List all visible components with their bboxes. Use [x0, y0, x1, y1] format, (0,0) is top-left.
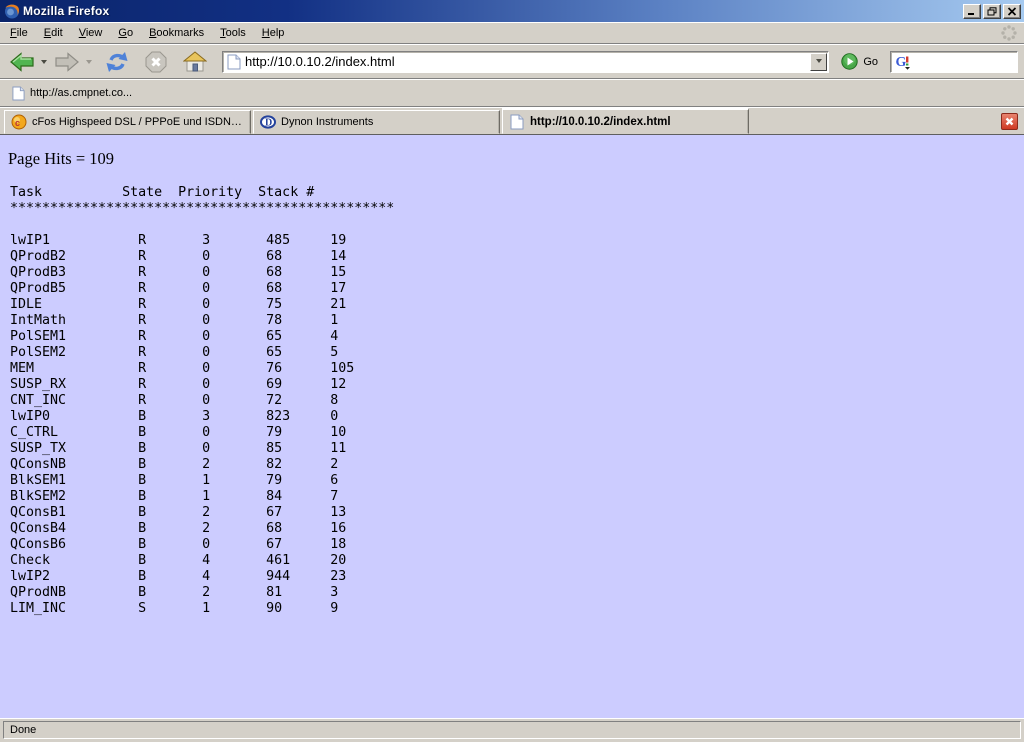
tab-close-button[interactable] [1001, 113, 1018, 130]
forward-dropdown-caret[interactable] [86, 60, 92, 67]
status-text: Done [10, 724, 36, 736]
cfos-icon: c [11, 114, 27, 130]
page-content: Page Hits = 109 Task State Priority Stac… [0, 135, 1024, 718]
page-icon [12, 86, 25, 101]
page-icon [227, 54, 241, 70]
menu-file[interactable]: File [2, 24, 36, 42]
menu-view[interactable]: View [71, 24, 111, 42]
home-icon [183, 51, 207, 73]
tab-label: http://10.0.10.2/index.html [530, 116, 671, 128]
tab-dynon[interactable]: D Dynon Instruments [253, 110, 500, 134]
firefox-window: Mozilla Firefox File Edit View Go Bookma… [0, 0, 1024, 742]
reload-button[interactable] [102, 48, 132, 76]
minimize-icon [967, 7, 977, 16]
stop-icon [145, 51, 167, 73]
page-hits-text: Page Hits = 109 [8, 149, 1016, 169]
url-dropdown-button[interactable] [810, 53, 827, 71]
navigation-toolbar: Go G [0, 44, 1024, 79]
url-input[interactable] [245, 53, 810, 71]
status-bar: Done [0, 718, 1024, 742]
task-table: Task State Priority Stack # ************… [10, 185, 1016, 617]
page-icon [509, 114, 525, 130]
close-icon [1007, 7, 1017, 16]
tab-index-html-active[interactable]: http://10.0.10.2/index.html [502, 108, 749, 134]
go-icon [841, 53, 858, 70]
forward-icon [54, 51, 80, 73]
title-bar: Mozilla Firefox [0, 0, 1024, 22]
back-dropdown-caret[interactable] [41, 60, 47, 67]
firefox-logo-icon [4, 3, 20, 19]
search-box: G [890, 51, 1018, 73]
search-input[interactable] [913, 55, 1017, 69]
back-button[interactable] [6, 48, 38, 76]
tab-bar: c cFos Highspeed DSL / PPPoE und ISDN CA… [0, 107, 1024, 135]
window-title: Mozilla Firefox [23, 4, 109, 18]
bookmarks-toolbar: http://as.cmpnet.co... [0, 79, 1024, 107]
tab-label: Dynon Instruments [281, 116, 373, 128]
window-controls [963, 4, 1021, 19]
menu-go[interactable]: Go [110, 24, 141, 42]
menu-bar: File Edit View Go Bookmarks Tools Help [0, 22, 1024, 44]
back-icon [9, 51, 35, 73]
go-label: Go [863, 56, 878, 68]
throbber-idle-icon [1000, 24, 1018, 42]
bookmark-label: http://as.cmpnet.co... [30, 87, 132, 99]
menu-edit[interactable]: Edit [36, 24, 71, 42]
minimize-button[interactable] [963, 4, 981, 19]
google-g-icon: G [894, 53, 911, 70]
restore-button[interactable] [983, 4, 1001, 19]
svg-text:G: G [896, 55, 907, 70]
tab-cfos[interactable]: c cFos Highspeed DSL / PPPoE und ISDN CA… [4, 110, 251, 134]
svg-text:c: c [15, 118, 20, 128]
forward-button[interactable] [51, 48, 83, 76]
go-button[interactable]: Go [841, 53, 878, 70]
tab-close-icon [1005, 117, 1014, 126]
stop-button[interactable] [142, 48, 170, 76]
home-button[interactable] [180, 48, 210, 76]
dynon-icon: D [260, 114, 276, 130]
menu-help[interactable]: Help [254, 24, 293, 42]
status-field: Done [3, 721, 1021, 739]
tab-label: cFos Highspeed DSL / PPPoE und ISDN CAP.… [32, 116, 244, 128]
bookmark-item[interactable]: http://as.cmpnet.co... [6, 83, 138, 104]
restore-icon [987, 7, 997, 16]
svg-text:D: D [265, 118, 272, 129]
close-button[interactable] [1003, 4, 1021, 19]
url-bar [222, 51, 829, 73]
menu-tools[interactable]: Tools [212, 24, 254, 42]
menu-bookmarks[interactable]: Bookmarks [141, 24, 212, 42]
reload-icon [105, 51, 129, 73]
